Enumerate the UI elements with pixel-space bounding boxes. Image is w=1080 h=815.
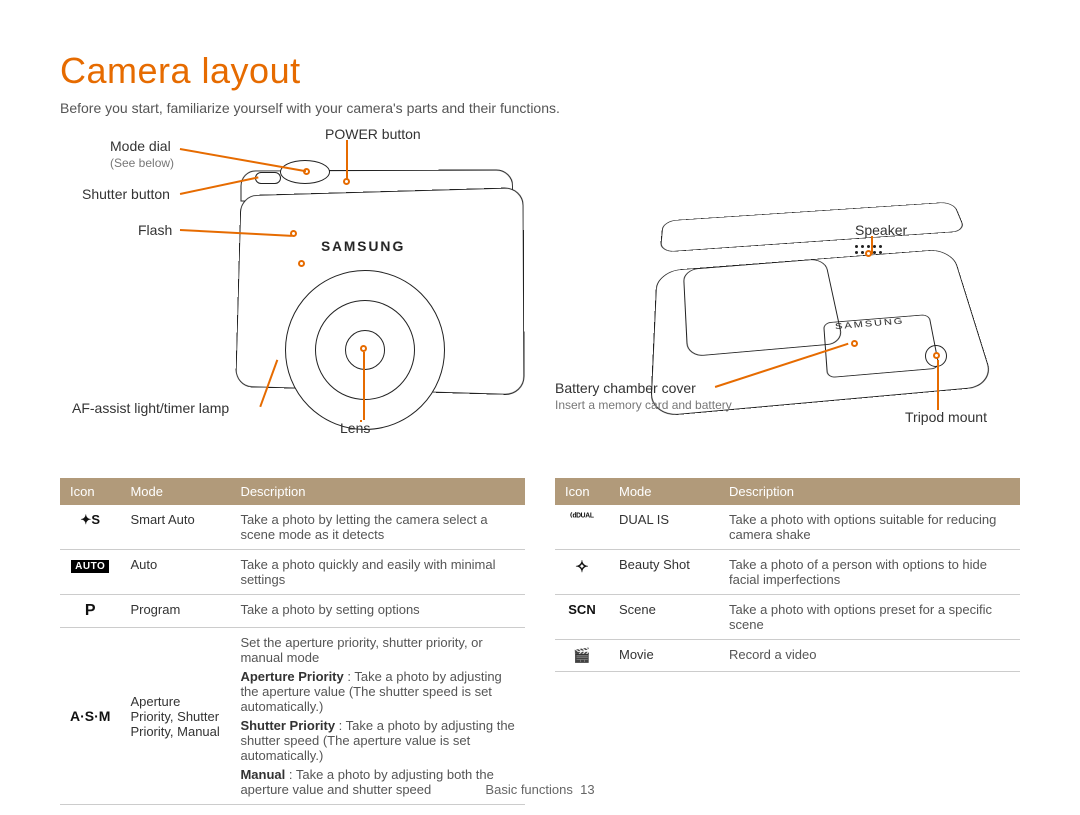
mode-desc: Take a photo by letting the camera selec… [230, 505, 525, 550]
table-row: ✧ Beauty Shot Take a photo of a person w… [555, 550, 1020, 595]
table-row: 🎬 Movie Record a video [555, 640, 1020, 672]
page-subtitle: Before you start, familiarize yourself w… [60, 100, 1020, 116]
mode-name: Scene [609, 595, 719, 640]
label-shutter: Shutter button [82, 186, 170, 202]
mode-table-left: Icon Mode Description ✦S Smart Auto Take… [60, 478, 525, 805]
th-desc: Description [230, 478, 525, 505]
page-footer: Basic functions 13 [0, 782, 1080, 797]
smart-auto-icon: ✦S [60, 505, 120, 550]
label-flash: Flash [138, 222, 172, 238]
label-tripod: Tripod mount [905, 409, 987, 425]
asm-icon: A·S·M [60, 628, 120, 805]
diagram-row: SAMSUNG Mode dial (See below) POWER butt… [60, 130, 1020, 460]
beauty-shot-icon: ✧ [555, 550, 609, 595]
table-row: A·S·M Aperture Priority, Shutter Priorit… [60, 628, 525, 805]
mode-desc: Take a photo with options preset for a s… [719, 595, 1020, 640]
label-power: POWER button [325, 126, 421, 142]
dual-is-icon: ⁽ᵈᴰᵁᴬᴸ [555, 505, 609, 550]
movie-icon: 🎬 [555, 640, 609, 672]
mode-name: Beauty Shot [609, 550, 719, 595]
mode-table-right: Icon Mode Description ⁽ᵈᴰᵁᴬᴸ DUAL IS Tak… [555, 478, 1020, 672]
mode-name: DUAL IS [609, 505, 719, 550]
th-mode: Mode [120, 478, 230, 505]
page-number: 13 [580, 782, 594, 797]
label-battery-note: Insert a memory card and battery [555, 398, 732, 412]
table-row: ✦S Smart Auto Take a photo by letting th… [60, 505, 525, 550]
th-mode: Mode [609, 478, 719, 505]
mode-name: Smart Auto [120, 505, 230, 550]
table-row: P Program Take a photo by setting option… [60, 595, 525, 628]
program-icon: P [60, 595, 120, 628]
label-battery-cover: Battery chamber cover [555, 380, 696, 396]
th-icon: Icon [555, 478, 609, 505]
mode-tables: Icon Mode Description ✦S Smart Auto Take… [60, 478, 1020, 805]
brand-logo: SAMSUNG [321, 238, 405, 254]
mode-name: Auto [120, 550, 230, 595]
mode-desc: Take a photo with options suitable for r… [719, 505, 1020, 550]
page-title: Camera layout [60, 50, 1020, 92]
th-icon: Icon [60, 478, 120, 505]
table-row: SCN Scene Take a photo with options pres… [555, 595, 1020, 640]
camera-bottom-diagram: SAMSUNG Speaker Battery chamber cover In… [555, 130, 1020, 460]
label-speaker: Speaker [855, 222, 907, 238]
table-row: ⁽ᵈᴰᵁᴬᴸ DUAL IS Take a photo with options… [555, 505, 1020, 550]
th-desc: Description [719, 478, 1020, 505]
label-mode-dial: Mode dial [110, 138, 171, 154]
label-lens: Lens [340, 420, 370, 436]
mode-name: Aperture Priority, Shutter Priority, Man… [120, 628, 230, 805]
table-row: AUTO Auto Take a photo quickly and easil… [60, 550, 525, 595]
label-mode-dial-note: (See below) [110, 156, 174, 170]
mode-desc: Record a video [719, 640, 1020, 672]
label-af-lamp: AF-assist light/timer lamp [72, 400, 229, 416]
mode-desc: Take a photo of a person with options to… [719, 550, 1020, 595]
mode-name: Program [120, 595, 230, 628]
auto-icon: AUTO [60, 550, 120, 595]
section-name: Basic functions [485, 782, 572, 797]
scene-icon: SCN [555, 595, 609, 640]
mode-name: Movie [609, 640, 719, 672]
mode-desc: Take a photo quickly and easily with min… [230, 550, 525, 595]
camera-front-diagram: SAMSUNG Mode dial (See below) POWER butt… [60, 130, 525, 460]
mode-desc: Set the aperture priority, shutter prior… [230, 628, 525, 805]
mode-desc: Take a photo by setting options [230, 595, 525, 628]
